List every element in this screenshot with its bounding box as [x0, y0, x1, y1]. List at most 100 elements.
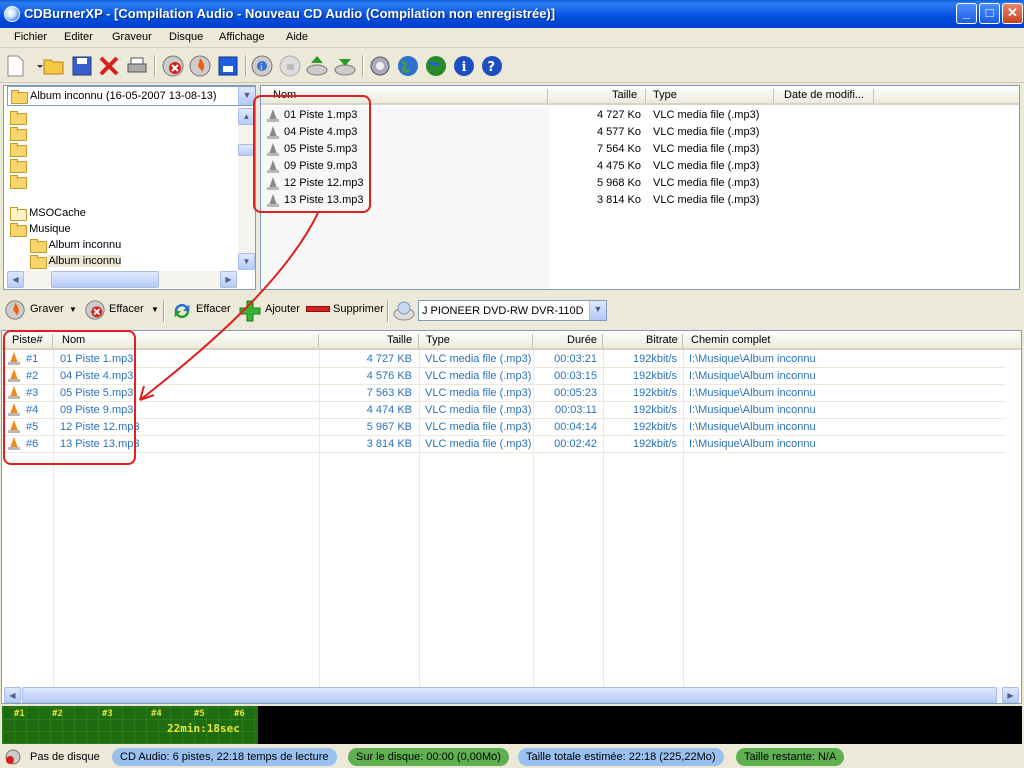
tree-hscrollbar[interactable]: ◀ ▶ [7, 271, 237, 288]
track-row[interactable]: #5 12 Piste 12.mp3 5 967 KB VLC media file … [2, 419, 1006, 436]
load-icon[interactable] [333, 54, 357, 78]
globe-update-icon[interactable] [424, 54, 448, 78]
status-disc: Pas de disque [30, 751, 100, 763]
timeline-track-label: #2 [52, 709, 63, 719]
compilation-header: Piste# Nom Taille Type Durée Bitrate Che… [2, 331, 1021, 350]
folder-icon [10, 143, 27, 158]
col-duration[interactable]: Durée [567, 334, 597, 346]
menu-editer[interactable]: Editer [64, 31, 93, 43]
burn-button[interactable]: Graver [30, 303, 64, 315]
info-icon[interactable]: i [452, 54, 476, 78]
tree-item[interactable] [10, 174, 27, 190]
status-compilation: CD Audio: 6 pistes, 22:18 temps de lectu… [112, 748, 337, 766]
track-row[interactable]: #4 09 Piste 9.mp3 4 474 KB VLC media file (… [2, 402, 1006, 419]
tree-item[interactable] [10, 110, 27, 126]
track-row[interactable]: #6 13 Piste 13.mp3 3 814 KB VLC media file … [2, 436, 1006, 453]
erase-button[interactable]: Effacer [109, 303, 144, 315]
col-date[interactable]: Date de modifi... [784, 89, 864, 101]
save-icon[interactable] [70, 54, 94, 78]
minimize-button[interactable]: _ [956, 3, 977, 24]
clear-button[interactable]: Effacer [196, 303, 231, 315]
folder-icon [10, 175, 27, 190]
folder-icon [10, 159, 27, 174]
burn-dropdown-icon[interactable]: ▼ [69, 305, 77, 314]
scroll-thumb[interactable] [51, 271, 159, 288]
timeline-track-label: #5 [194, 709, 205, 719]
folder-tree: Album inconnu (16-05-2007 13-08-13) ▼ MS… [3, 85, 256, 290]
scroll-right-icon[interactable]: ▶ [1002, 687, 1019, 703]
print-icon[interactable] [125, 54, 149, 78]
col-bitrate[interactable]: Bitrate [646, 334, 678, 346]
tree-item[interactable] [10, 126, 27, 142]
col-size[interactable]: Taille [612, 89, 637, 101]
tree-item-musique[interactable]: Musique [10, 222, 71, 238]
tree-item-album-selected[interactable]: Album inconnu [30, 254, 122, 270]
tree-item[interactable] [10, 158, 27, 174]
chevron-down-icon[interactable]: ▼ [589, 301, 606, 320]
erase-dropdown-icon[interactable]: ▼ [151, 305, 159, 314]
delete-icon[interactable] [97, 54, 121, 78]
compilation-icon[interactable] [216, 54, 240, 78]
erase-icon[interactable] [84, 299, 106, 321]
title-bar: CDBurnerXP - [Compilation Audio - Nouvea… [0, 0, 1024, 28]
menu-bar: Fichier Editer Graveur Disque Affichage … [0, 28, 1024, 48]
menu-disque[interactable]: Disque [169, 31, 203, 43]
scroll-right-icon[interactable]: ▶ [220, 271, 237, 288]
svg-text:?: ? [488, 60, 496, 75]
menu-aide[interactable]: Aide [286, 31, 308, 43]
scroll-left-icon[interactable]: ◀ [4, 687, 21, 703]
remove-button[interactable]: Supprimer [333, 303, 384, 315]
folder-combo[interactable]: Album inconnu (16-05-2007 13-08-13) ▼ [7, 86, 256, 106]
compilation-toolbar: Graver ▼ Effacer ▼ Effacer Ajouter Suppr… [0, 292, 1024, 328]
burn-icon[interactable] [4, 299, 26, 321]
folder-icon [30, 255, 47, 270]
timeline-track-label: #3 [102, 709, 113, 719]
new-dropdown-icon[interactable] [28, 54, 43, 78]
compilation-list: Piste# Nom Taille Type Durée Bitrate Che… [1, 330, 1022, 704]
add-button[interactable]: Ajouter [265, 303, 300, 315]
new-document-icon[interactable] [3, 54, 27, 78]
track-row[interactable]: #3 05 Piste 5.mp3 7 563 KB VLC media file (… [2, 385, 1006, 402]
minus-icon[interactable] [306, 306, 330, 312]
compilation-hscrollbar[interactable]: ◀ ▶ [4, 687, 1019, 703]
tree-item-album[interactable]: Album inconnu [30, 238, 121, 254]
svg-text:i: i [260, 63, 263, 73]
status-estimated: Taille totale estimée: 22:18 (225,22Mo) [518, 748, 724, 766]
track-row[interactable]: #2 04 Piste 4.mp3 4 576 KB VLC media file (… [2, 368, 1006, 385]
timeline-total: 22min:18sec [167, 722, 240, 735]
close-button[interactable]: ✕ [1002, 3, 1023, 24]
eject-icon[interactable] [305, 54, 329, 78]
col-type[interactable]: Type [426, 334, 450, 346]
window-title: CDBurnerXP - [Compilation Audio - Nouvea… [24, 6, 556, 21]
col-type[interactable]: Type [653, 89, 677, 101]
refresh-icon[interactable] [171, 300, 193, 322]
burn-disc-icon[interactable] [188, 54, 212, 78]
globe-icon[interactable] [396, 54, 420, 78]
maximize-button[interactable]: □ [979, 3, 1000, 24]
scroll-thumb[interactable] [22, 687, 997, 703]
col-path[interactable]: Chemin complet [691, 334, 770, 346]
timeline-track-label: #6 [234, 709, 245, 719]
plus-icon[interactable] [238, 299, 262, 323]
scroll-down-icon[interactable]: ▼ [238, 253, 255, 270]
tree-item-msocache[interactable]: MSOCache [10, 206, 86, 222]
status-on-disc: Sur le disque: 00:00 (0,00Mo) [348, 748, 509, 766]
drive-select[interactable]: J PIONEER DVD-RW DVR-110D ▼ [418, 300, 607, 321]
gear-icon[interactable] [368, 54, 392, 78]
timeline-track-label: #1 [14, 709, 25, 719]
menu-affichage[interactable]: Affichage [219, 31, 265, 43]
app-icon[interactable] [4, 6, 20, 22]
menu-graveur[interactable]: Graveur [112, 31, 152, 43]
scroll-left-icon[interactable]: ◀ [7, 271, 24, 288]
track-row[interactable]: #1 01 Piste 1.mp3 4 727 KB VLC media file (… [2, 351, 1006, 368]
no-disc-icon [5, 749, 21, 765]
disc-info-icon[interactable]: i [250, 54, 274, 78]
tree-item[interactable] [10, 142, 27, 158]
menu-fichier[interactable]: Fichier [14, 31, 47, 43]
disc-lock-icon[interactable] [278, 54, 302, 78]
open-folder-icon[interactable] [42, 54, 66, 78]
erase-disc-icon[interactable] [161, 54, 185, 78]
help-icon[interactable]: ? [480, 54, 504, 78]
col-size[interactable]: Taille [387, 334, 412, 346]
drive-select-value: J PIONEER DVD-RW DVR-110D [422, 305, 584, 317]
